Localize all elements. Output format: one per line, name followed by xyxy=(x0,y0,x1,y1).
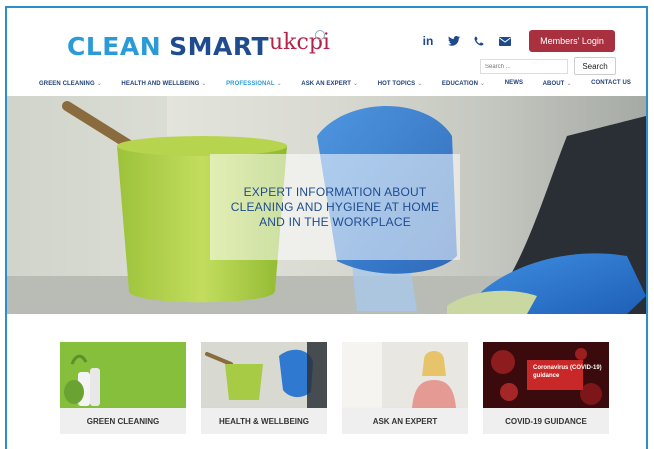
card-ask-an-expert[interactable]: ASK AN EXPERT xyxy=(342,342,468,434)
card-health-wellbeing[interactable]: HEALTH & WELLBEING xyxy=(201,342,327,434)
nav-item-ask-an-expert[interactable]: ASK AN EXPERT ⌄ xyxy=(301,80,358,87)
search-button[interactable]: Search xyxy=(574,57,616,75)
hero-headline: EXPERT INFORMATION ABOUT CLEANING AND HY… xyxy=(230,184,440,229)
linkedin-icon[interactable]: in xyxy=(420,34,436,48)
card-label: HEALTH & WELLBEING xyxy=(201,408,327,434)
chevron-down-icon: ⌄ xyxy=(96,81,102,87)
browser-frame: CLEAN SMART ukcpi in Members' Login Sear… xyxy=(5,6,648,449)
chevron-down-icon: ⌄ xyxy=(480,81,486,87)
nav-item-green-cleaning[interactable]: GREEN CLEANING ⌄ xyxy=(39,80,102,87)
email-icon[interactable] xyxy=(497,34,513,48)
green-cleaning-image xyxy=(60,342,186,408)
ask-an-expert-image xyxy=(342,342,468,408)
nav-item-professional[interactable]: PROFESSIONAL ⌄ xyxy=(226,80,282,87)
members-login-button[interactable]: Members' Login xyxy=(529,30,615,52)
nav-item-news[interactable]: NEWS xyxy=(505,80,523,87)
ukcpi-logo[interactable]: ukcpi xyxy=(269,30,341,62)
nav-label: NEWS xyxy=(504,80,524,86)
twitter-icon[interactable] xyxy=(446,34,462,48)
linkedin-icon-text: in xyxy=(422,34,434,48)
chevron-down-icon: ⌄ xyxy=(201,81,207,87)
card-green-cleaning[interactable]: GREEN CLEANING xyxy=(60,342,186,434)
logo-smart-text: SMART xyxy=(169,32,270,61)
nav-label: HOT TOPICS xyxy=(377,81,416,87)
nav-item-contact-us[interactable]: CONTACT US xyxy=(591,80,631,87)
nav-label: EDUCATION xyxy=(441,81,479,87)
search-input[interactable] xyxy=(480,59,568,74)
nav-label: HEALTH AND WELLBEING xyxy=(121,81,200,87)
nav-item-education[interactable]: EDUCATION ⌄ xyxy=(442,80,485,87)
chevron-down-icon: ⌄ xyxy=(353,81,359,87)
hero-banner: EXPERT INFORMATION ABOUT CLEANING AND HY… xyxy=(7,96,646,314)
nav-label: CONTACT US xyxy=(591,80,631,86)
card-label: COVID-19 GUIDANCE xyxy=(483,408,609,434)
cleansmart-logo[interactable]: CLEAN SMART xyxy=(67,32,269,61)
chevron-down-icon: ⌄ xyxy=(417,81,423,87)
health-wellbeing-image xyxy=(201,342,327,408)
nav-item-about[interactable]: ABOUT ⌄ xyxy=(543,80,572,87)
chevron-down-icon: ⌄ xyxy=(566,81,572,87)
card-label: GREEN CLEANING xyxy=(60,408,186,434)
nav-label: GREEN CLEANING xyxy=(39,81,95,87)
covid-image-text: Coronavirus (COVID-19) guidance xyxy=(533,365,602,379)
main-nav: GREEN CLEANING ⌄ HEALTH AND WELLBEING ⌄ PR… xyxy=(39,80,631,87)
logo-clean-text: CLEAN xyxy=(67,32,162,61)
card-covid-19-guidance[interactable]: Coronavirus (COVID-19) guidance COVID-19… xyxy=(483,342,609,434)
nav-label: ABOUT xyxy=(542,81,565,87)
ukcpi-logo-mark xyxy=(315,30,325,40)
nav-item-hot-topics[interactable]: HOT TOPICS ⌄ xyxy=(378,80,423,87)
phone-icon[interactable] xyxy=(471,34,487,48)
nav-label: ASK AN EXPERT xyxy=(301,81,352,87)
nav-item-health-and-wellbeing[interactable]: HEALTH AND WELLBEING ⌄ xyxy=(121,80,206,87)
card-label: ASK AN EXPERT xyxy=(342,408,468,434)
hero-headline-box: EXPERT INFORMATION ABOUT CLEANING AND HY… xyxy=(210,154,460,260)
chevron-down-icon: ⌄ xyxy=(276,81,282,87)
nav-label: PROFESSIONAL xyxy=(226,81,275,87)
